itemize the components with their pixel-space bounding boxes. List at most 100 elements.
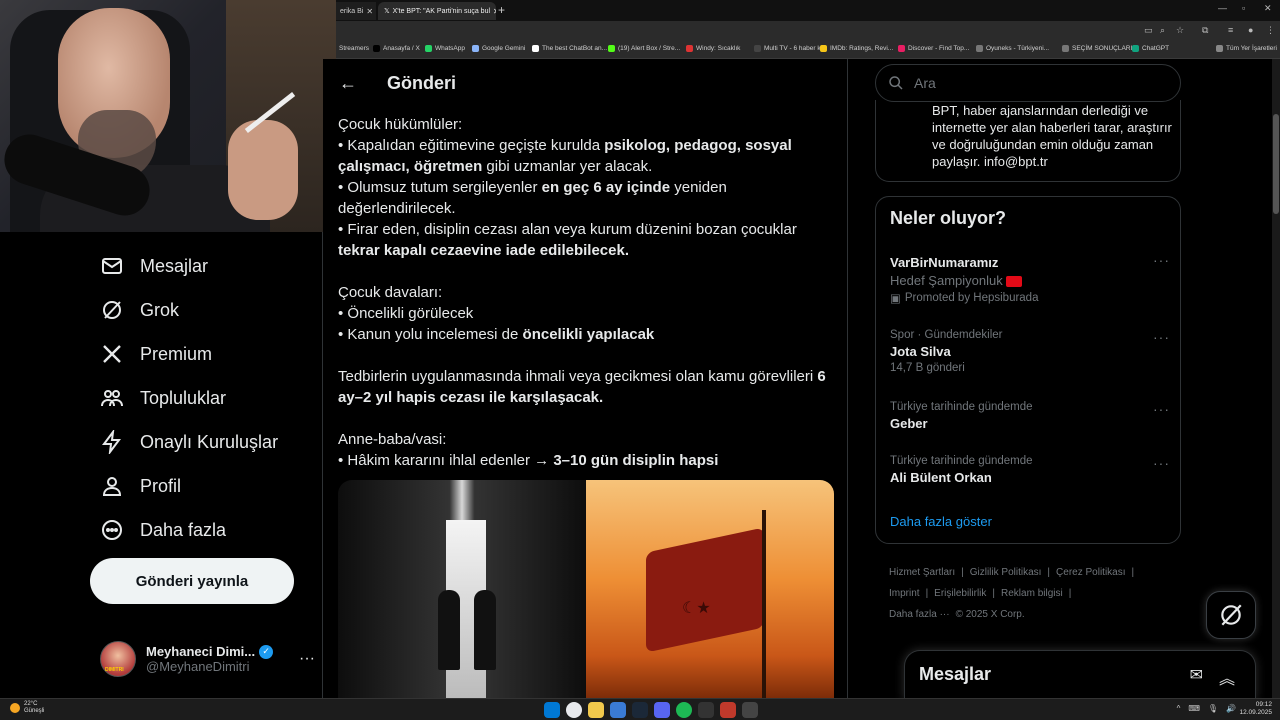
footer-link: © 2025 X Corp. xyxy=(955,609,1025,620)
bookmark-item[interactable]: IMDb: Ratings, Revi... xyxy=(820,45,893,52)
trend-item[interactable]: Türkiye tarihinde gündemde Ali Bülent Or… xyxy=(890,455,1170,485)
bookmark-item[interactable]: Oyuneks - Türkiyeni... xyxy=(976,45,1049,52)
grok-floating-button[interactable] xyxy=(1206,591,1256,639)
trend-category: Spor · Gündemdekiler xyxy=(890,329,1003,341)
trend-item[interactable]: Türkiye tarihinde gündemde Geber ··· xyxy=(890,401,1170,431)
file-explorer-icon[interactable] xyxy=(588,702,604,718)
more-dots-icon[interactable]: ··· xyxy=(299,650,315,668)
post-text-segment: • Kanun yolu incelemesi de xyxy=(338,326,523,343)
prison-corridor-image xyxy=(338,480,586,698)
footer-link[interactable]: Erişilebilirlik xyxy=(934,588,986,599)
page-scrollbar[interactable] xyxy=(1272,59,1280,698)
nav-item-premium[interactable]: Premium xyxy=(100,342,212,366)
nav-item-more[interactable]: Daha fazla xyxy=(100,518,226,542)
nav-item-profile[interactable]: Profil xyxy=(100,474,181,498)
footer-link[interactable]: Çerez Politikası xyxy=(1056,567,1125,578)
footer-link[interactable]: Hizmet Şartları xyxy=(889,567,955,578)
scrollbar-thumb[interactable] xyxy=(1273,114,1279,214)
trend-name: Geber xyxy=(890,416,928,431)
more-dots-icon[interactable]: ··· xyxy=(1153,252,1170,268)
promoted-icon: ▣ xyxy=(890,293,901,305)
turkish-flag-image: ☾★ xyxy=(586,480,834,698)
bookmark-item[interactable]: The best ChatBot an... xyxy=(532,45,607,52)
account-switcher[interactable]: DIMITRI Meyhaneci Dimi... ✓ @MeyhaneDimit… xyxy=(100,634,315,684)
footer-link[interactable]: Gizlilik Politikası xyxy=(970,567,1042,578)
post-text-segment: • Öncelikli görülecek xyxy=(338,305,474,322)
bookmark-favicon-icon xyxy=(820,45,827,52)
app-icon[interactable] xyxy=(720,702,736,718)
windows-start-icon[interactable] xyxy=(544,702,560,718)
browser-tab-active[interactable]: 𝕏X'te BPT: "AK Parti'nin suça bul✕ xyxy=(378,2,496,20)
star-icon[interactable]: ☆ xyxy=(1176,25,1184,36)
chrome-icon[interactable] xyxy=(566,702,582,718)
new-message-icon[interactable]: ✉ xyxy=(1190,665,1203,689)
back-arrow-icon[interactable]: ← xyxy=(339,73,357,94)
post-image[interactable]: ☾★ xyxy=(338,480,834,698)
bookmark-item[interactable]: Google Gemini xyxy=(472,45,525,52)
nav-label: Topluluklar xyxy=(140,387,227,408)
bookmark-item[interactable]: Streamers xyxy=(339,45,369,52)
app-icon[interactable] xyxy=(610,702,626,718)
minimize-icon[interactable]: — xyxy=(1218,3,1227,13)
browser-tab[interactable]: erika Bi ✕ xyxy=(334,2,376,20)
bookmark-item[interactable]: Anasayfa / X xyxy=(373,45,420,52)
footer-link[interactable]: Daha fazla ··· xyxy=(889,609,950,620)
trend-name: Jota Silva xyxy=(890,344,951,359)
profile-icon[interactable]: ● xyxy=(1248,25,1253,35)
trend-item[interactable]: VarBirNumaramız Hedef Şampiyonluk ▣ Promo… xyxy=(890,252,1170,305)
silhouette xyxy=(438,590,460,670)
keyboard-icon[interactable]: ⌨ xyxy=(1188,704,1200,713)
extensions-icon[interactable]: ⧉ xyxy=(1202,25,1208,36)
discord-icon[interactable] xyxy=(654,702,670,718)
expand-icon[interactable]: ︽ xyxy=(1219,665,1235,689)
new-tab-button[interactable]: + xyxy=(498,3,505,17)
bookmark-favicon-icon xyxy=(472,45,479,52)
volume-icon[interactable]: 🔊 xyxy=(1226,704,1236,713)
app-icon[interactable] xyxy=(698,702,714,718)
footer-link[interactable]: Imprint xyxy=(889,588,920,599)
bookmark-item[interactable]: Multi TV - 6 haber k... xyxy=(754,45,826,52)
bookmark-item[interactable]: SEÇİM SONUÇLARI... xyxy=(1062,45,1138,52)
nav-item-verified-orgs[interactable]: Onaylı Kuruluşlar xyxy=(100,430,278,454)
more-dots-icon[interactable]: ··· xyxy=(1153,401,1170,417)
nav-item-communities[interactable]: Topluluklar xyxy=(100,386,226,410)
more-dots-icon[interactable]: ··· xyxy=(1153,455,1170,471)
menu-icon[interactable]: ⋮ xyxy=(1266,25,1275,36)
messages-drawer[interactable]: Mesajlar ✉ ︽ xyxy=(904,650,1256,700)
spotify-icon[interactable] xyxy=(676,702,692,718)
bookmark-item[interactable]: WhatsApp xyxy=(425,45,465,52)
left-sidebar: Mesajlar Grok Premium Topluluklar Onaylı… xyxy=(0,232,323,698)
bookmark-label: Tüm Yer İşaretleri xyxy=(1226,45,1277,52)
trend-item[interactable]: Spor · Gündemdekiler Jota Silva 14,7 B g… xyxy=(890,329,1170,374)
bookmark-item[interactable]: Windy: Sıcaklık xyxy=(686,45,740,52)
profile-name: Meyhaneci Dimi... xyxy=(146,644,256,659)
search-box[interactable] xyxy=(875,64,1181,102)
bookmark-item[interactable]: Tüm Yer İşaretleri xyxy=(1216,45,1277,52)
app-icon[interactable] xyxy=(742,702,758,718)
nav-item-grok[interactable]: Grok xyxy=(100,298,179,322)
bookmark-item[interactable]: (19) Alert Box / Stre... xyxy=(608,45,680,52)
clock[interactable]: 09:12 12.09.2025 xyxy=(1239,701,1272,717)
bookmark-item[interactable]: Discover - Find Top... xyxy=(898,45,969,52)
footer-link[interactable]: Reklam bilgisi xyxy=(1001,588,1063,599)
tab-search-icon[interactable]: ≡ xyxy=(1228,25,1233,35)
post-text-line: Anne-baba/vasi: xyxy=(338,429,838,450)
maximize-icon[interactable]: ▫ xyxy=(1242,3,1245,13)
microphone-icon[interactable]: 🎙 xyxy=(1208,704,1218,713)
post-button[interactable]: Gönderi yayınla xyxy=(90,558,294,604)
chevron-up-icon[interactable]: ^ xyxy=(1177,704,1181,713)
post-text-bold: 3–10 gün disiplin hapsi xyxy=(553,452,719,469)
close-icon[interactable]: ✕ xyxy=(490,7,496,16)
close-icon[interactable]: ✕ xyxy=(363,7,373,16)
search-input[interactable] xyxy=(914,75,1154,91)
zoom-icon[interactable]: ⌕ xyxy=(1160,25,1165,36)
steam-icon[interactable] xyxy=(632,702,648,718)
show-more-link[interactable]: Daha fazla göster xyxy=(890,514,992,529)
cast-icon[interactable]: ▭ xyxy=(1144,25,1153,36)
more-dots-icon[interactable]: ··· xyxy=(1153,329,1170,345)
weather-widget[interactable]: 22°C Güneşli xyxy=(10,701,44,715)
bookmark-item[interactable]: ChatGPT xyxy=(1132,45,1169,52)
nav-item-messages[interactable]: Mesajlar xyxy=(100,254,208,278)
close-window-icon[interactable]: ✕ xyxy=(1264,3,1272,14)
windows-taskbar: 22°C Güneşli ^ ⌨ 🎙 🔊 09:12 12.09.2025 xyxy=(0,698,1280,720)
